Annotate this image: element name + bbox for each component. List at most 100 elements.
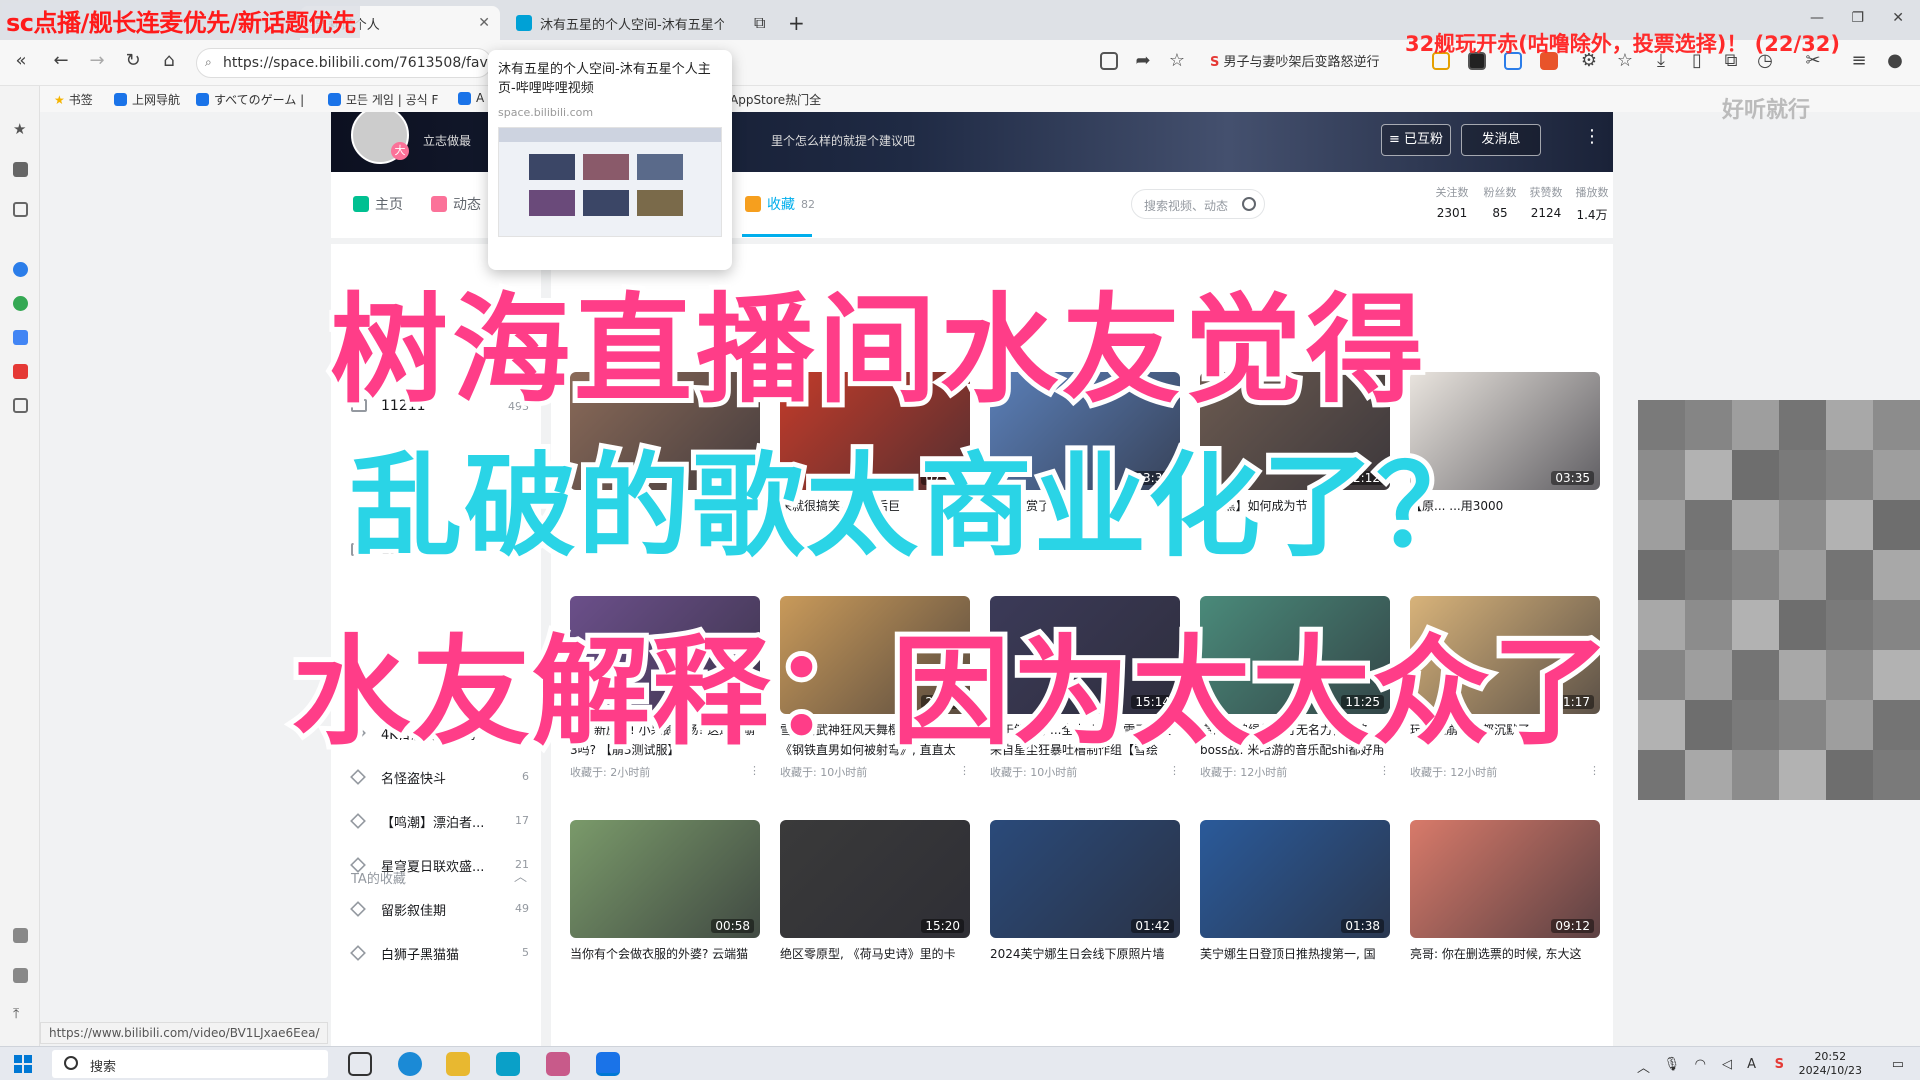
phone-icon[interactable] bbox=[13, 202, 28, 217]
bookmark-item[interactable]: AppStore热门全 bbox=[730, 91, 821, 108]
user-icon[interactable]: ● bbox=[1882, 50, 1908, 71]
window-close-icon[interactable]: ✕ bbox=[1892, 10, 1904, 26]
stat-value: 85 bbox=[1492, 206, 1508, 220]
ime-indicator[interactable]: A bbox=[1747, 1057, 1756, 1072]
new-tab-button[interactable]: + bbox=[778, 6, 814, 40]
add-icon[interactable] bbox=[13, 398, 28, 413]
video-title[interactable]: 当你有个会做衣服的外婆? 云端猫 bbox=[570, 944, 760, 984]
star-icon: ★ bbox=[54, 92, 65, 107]
tab-dynamic[interactable]: 动态 bbox=[431, 194, 481, 214]
mosaic-cell bbox=[1873, 700, 1920, 750]
bookmark-item[interactable]: すべてのゲーム | bbox=[196, 91, 304, 108]
search-engine-suggestion[interactable]: S 男子与妻吵架后变路怒逆行 bbox=[1210, 51, 1380, 70]
taskbar-search-label: 搜索 bbox=[90, 1060, 117, 1075]
tab-space[interactable]: 沐有五星的个人空间-沐有五星个 bbox=[506, 6, 724, 40]
tab-home[interactable]: 主页 bbox=[353, 194, 403, 214]
settings-icon[interactable] bbox=[13, 928, 28, 943]
browser-icon[interactable] bbox=[13, 262, 28, 277]
video-title[interactable]: 芙宁娜生日登顶日推热搜第一, 国 bbox=[1200, 944, 1390, 984]
volume-icon[interactable]: ◁ bbox=[1722, 1057, 1732, 1072]
star-icon[interactable]: ★ bbox=[13, 122, 28, 137]
site-icon bbox=[196, 93, 209, 106]
back-icon[interactable]: ← bbox=[48, 50, 74, 71]
network-icon[interactable]: ◠ bbox=[1695, 1057, 1706, 1072]
app-icon[interactable] bbox=[496, 1052, 520, 1076]
taskbar-search-input[interactable]: 搜索 bbox=[52, 1050, 328, 1078]
space-search-input[interactable]: 搜索视频、动态 bbox=[1131, 189, 1265, 219]
link-hover-url: https://www.bilibili.com/video/BV1LJxae6… bbox=[40, 1022, 329, 1044]
message-button[interactable]: 发消息 bbox=[1461, 124, 1541, 156]
baidu-icon[interactable] bbox=[13, 330, 28, 345]
stat-fans[interactable]: 粉丝数 85 bbox=[1477, 184, 1523, 220]
url-text: https://space.bilibili.com/7613508/favli… bbox=[223, 55, 492, 71]
notification-icon[interactable]: ▭ bbox=[1892, 1057, 1904, 1072]
bookmark-item[interactable]: ★ 书签 bbox=[54, 91, 93, 108]
folder-icon[interactable] bbox=[13, 162, 28, 177]
bookmark-item[interactable]: A bbox=[458, 91, 484, 105]
chevron-up-icon[interactable]: ︿ bbox=[1637, 1057, 1650, 1076]
share-icon[interactable]: ➦ bbox=[1130, 50, 1156, 71]
app-icon[interactable] bbox=[546, 1052, 570, 1076]
close-icon[interactable]: ✕ bbox=[470, 15, 490, 31]
url-input[interactable]: ⌕ https://space.bilibili.com/7613508/fav… bbox=[196, 48, 492, 78]
mosaic-cell bbox=[1638, 400, 1685, 450]
maximize-icon[interactable]: ❐ bbox=[1851, 10, 1864, 26]
minimize-icon[interactable]: — bbox=[1810, 10, 1824, 26]
video-card[interactable]: 01:42 2024芙宁娜生日会线下原照片墙 bbox=[990, 820, 1180, 988]
browser-icon[interactable] bbox=[596, 1052, 620, 1076]
bookmark-item[interactable]: 上网导航 bbox=[114, 91, 180, 108]
collection-count: 21 bbox=[515, 858, 529, 871]
mosaic-cell bbox=[1685, 400, 1732, 450]
bookmark-item[interactable]: 모든 게임 | 공식 F bbox=[328, 91, 438, 108]
collection-icon bbox=[350, 813, 366, 829]
bookmark-label: すべてのゲーム | bbox=[214, 93, 305, 107]
sidebar-toggle-icon[interactable]: « bbox=[8, 50, 34, 71]
app-tray-icon[interactable]: S bbox=[1775, 1057, 1784, 1072]
video-title[interactable]: 绝区零原型, 《荷马史诗》里的卡 bbox=[780, 944, 970, 984]
collection-name: 【鸣潮】漂泊者... bbox=[381, 816, 485, 831]
wallet-icon[interactable] bbox=[13, 968, 28, 983]
forward-icon[interactable]: → bbox=[84, 50, 110, 71]
tab-favorites[interactable]: 收藏 82 bbox=[745, 194, 815, 214]
reader-icon[interactable] bbox=[1100, 52, 1118, 70]
system-clock[interactable]: 20:52 2024/10/23 bbox=[1799, 1050, 1862, 1078]
microphone-icon[interactable]: 🎙 bbox=[1663, 1057, 1680, 1072]
file-explorer-icon[interactable] bbox=[446, 1052, 470, 1076]
video-card[interactable]: 01:38 芙宁娜生日登顶日推热搜第一, 国 bbox=[1200, 820, 1390, 988]
search-icon[interactable] bbox=[1242, 197, 1256, 211]
collection-item[interactable]: 【鸣潮】漂泊者... 17 bbox=[331, 806, 541, 836]
mosaic-cell bbox=[1685, 700, 1732, 750]
windows-start-icon[interactable] bbox=[14, 1055, 32, 1073]
app-icon[interactable] bbox=[13, 296, 28, 311]
video-thumbnail[interactable]: 00:58 bbox=[570, 820, 760, 938]
mosaic-cell bbox=[1826, 750, 1873, 800]
task-view-icon[interactable] bbox=[348, 1052, 372, 1076]
home-icon[interactable]: ⌂ bbox=[156, 50, 182, 71]
video-title[interactable]: 2024芙宁娜生日会线下原照片墙 bbox=[990, 944, 1180, 984]
stat-following[interactable]: 关注数 2301 bbox=[1429, 184, 1475, 220]
app-icon[interactable] bbox=[13, 364, 28, 379]
active-tab-underline bbox=[742, 234, 812, 237]
star-icon[interactable]: ☆ bbox=[1164, 50, 1190, 71]
pin-icon[interactable]: ⤒ bbox=[13, 1006, 28, 1022]
video-title[interactable]: 亮哥: 你在删选票的时候, 东大这 bbox=[1410, 944, 1600, 984]
more-icon[interactable]: ⋮ bbox=[1583, 126, 1601, 147]
collection-item[interactable]: 星穹夏日联欢盛... 21 bbox=[331, 850, 541, 880]
stat-plays: 播放数 1.4万 bbox=[1569, 184, 1615, 223]
clock-date: 2024/10/23 bbox=[1798, 1064, 1862, 1077]
followed-button[interactable]: ≡ 已互粉 bbox=[1381, 124, 1451, 156]
video-card[interactable]: 09:12 亮哥: 你在删选票的时候, 东大这 bbox=[1410, 820, 1600, 988]
video-thumbnail[interactable]: 09:12 bbox=[1410, 820, 1600, 938]
video-thumbnail[interactable]: 15:20 bbox=[780, 820, 970, 938]
video-thumbnail[interactable]: 01:42 bbox=[990, 820, 1180, 938]
video-duration: 01:38 bbox=[1341, 919, 1384, 933]
menu-icon[interactable]: ≡ bbox=[1846, 50, 1872, 71]
tab-preview-popup: 沐有五星的个人空间-沐有五星个人主页-哔哩哔哩视频 space.bilibili… bbox=[488, 50, 732, 270]
video-card[interactable]: 00:58 当你有个会做衣服的外婆? 云端猫 bbox=[570, 820, 760, 988]
video-card[interactable]: 15:20 绝区零原型, 《荷马史诗》里的卡 bbox=[780, 820, 970, 988]
edge-icon[interactable] bbox=[398, 1052, 422, 1076]
collection-item[interactable]: 白狮子黑猫猫 5 bbox=[331, 938, 541, 968]
video-thumbnail[interactable]: 01:38 bbox=[1200, 820, 1390, 938]
reload-icon[interactable]: ↻ bbox=[120, 50, 146, 71]
collection-item[interactable]: 留影叙佳期 49 bbox=[331, 894, 541, 924]
